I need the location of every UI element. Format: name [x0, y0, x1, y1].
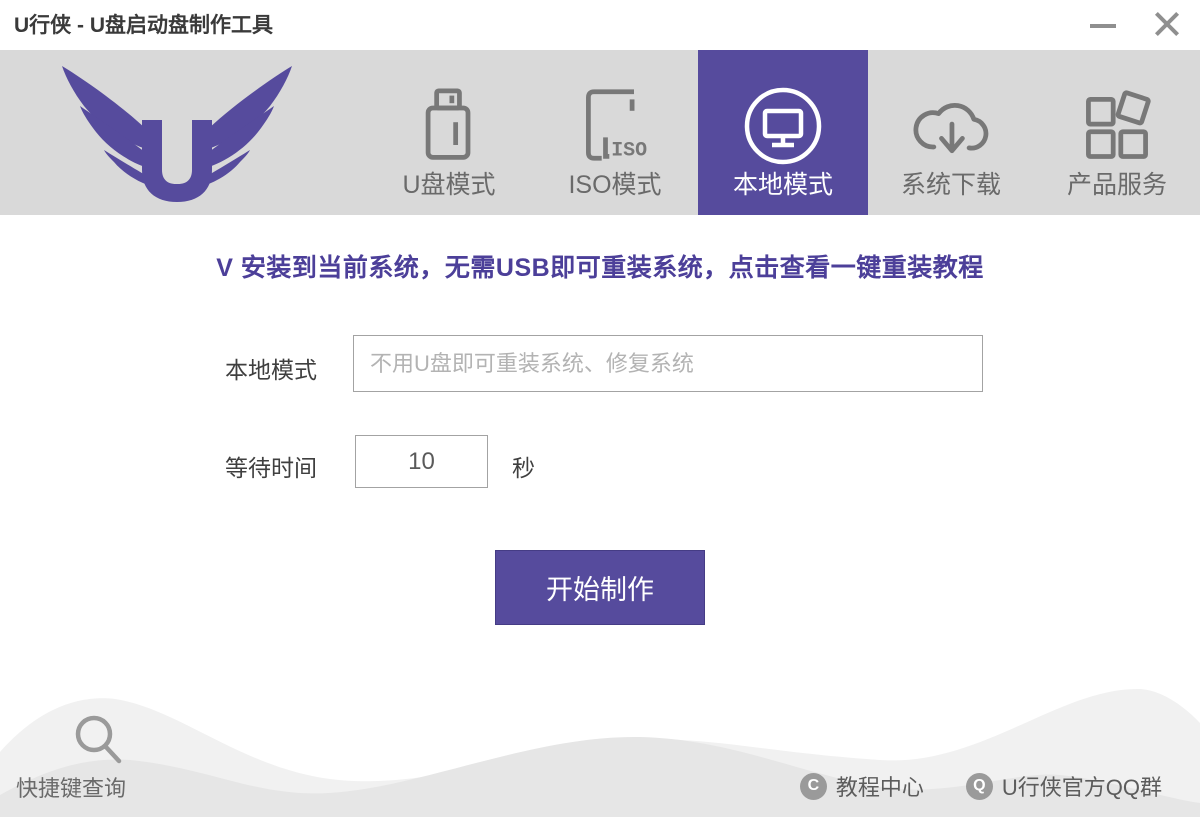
- app-window: U行侠 - U盘启动盘制作工具: [0, 0, 1200, 817]
- cloud-download-icon: [909, 83, 993, 169]
- titlebar: U行侠 - U盘启动盘制作工具: [0, 0, 1200, 50]
- tab-usb-mode[interactable]: U盘模式: [366, 50, 532, 215]
- wait-time-input[interactable]: [355, 435, 488, 488]
- tab-system-download[interactable]: 系统下载: [868, 50, 1034, 215]
- search-icon: [70, 710, 126, 766]
- tab-label: 产品服务: [1067, 169, 1167, 201]
- iso-file-icon: ISO: [577, 83, 653, 169]
- tab-label: U盘模式: [402, 169, 495, 201]
- window-title: U行侠 - U盘启动盘制作工具: [14, 9, 273, 39]
- tutorial-center-label: 教程中心: [836, 770, 924, 802]
- local-mode-label: 本地模式: [225, 351, 317, 385]
- products-grid-icon: [1077, 83, 1157, 169]
- iso-icon-text: ISO: [611, 138, 647, 161]
- start-make-button[interactable]: 开始制作: [495, 550, 705, 625]
- qq-group-link[interactable]: Q U行侠官方QQ群: [966, 770, 1162, 802]
- app-logo-winged-u-icon: [52, 58, 302, 208]
- tutorial-center-link[interactable]: C 教程中心: [800, 770, 924, 802]
- tab-label: 本地模式: [733, 169, 833, 201]
- nav-bar: U盘模式 ISO ISO模式: [0, 50, 1200, 215]
- tab-label: 系统下载: [901, 169, 1001, 201]
- tab-iso-mode[interactable]: ISO ISO模式: [532, 50, 698, 215]
- tab-label: ISO模式: [568, 169, 661, 201]
- qq-group-label: U行侠官方QQ群: [1002, 770, 1162, 802]
- wait-time-unit: 秒: [512, 449, 535, 483]
- qq-group-icon: Q: [966, 773, 993, 800]
- tab-local-mode[interactable]: 本地模式: [698, 50, 868, 215]
- monitor-icon: [741, 83, 825, 169]
- minimize-button[interactable]: [1072, 0, 1136, 50]
- tab-product-services[interactable]: 产品服务: [1034, 50, 1200, 215]
- shortcut-key-query-link[interactable]: 快捷键查询: [16, 771, 126, 803]
- close-button[interactable]: [1136, 0, 1200, 50]
- nav-tabs: U盘模式 ISO ISO模式: [366, 50, 1200, 215]
- local-mode-input[interactable]: [353, 335, 983, 392]
- notice-banner[interactable]: V 安装到当前系统，无需USB即可重装系统，点击查看一键重装教程: [0, 248, 1200, 284]
- footer-links: C 教程中心 Q U行侠官方QQ群: [772, 770, 1162, 802]
- window-controls: [1072, 0, 1200, 50]
- tutorial-center-icon: C: [800, 773, 827, 800]
- wait-time-label: 等待时间: [225, 449, 317, 483]
- usb-drive-icon: [411, 83, 487, 169]
